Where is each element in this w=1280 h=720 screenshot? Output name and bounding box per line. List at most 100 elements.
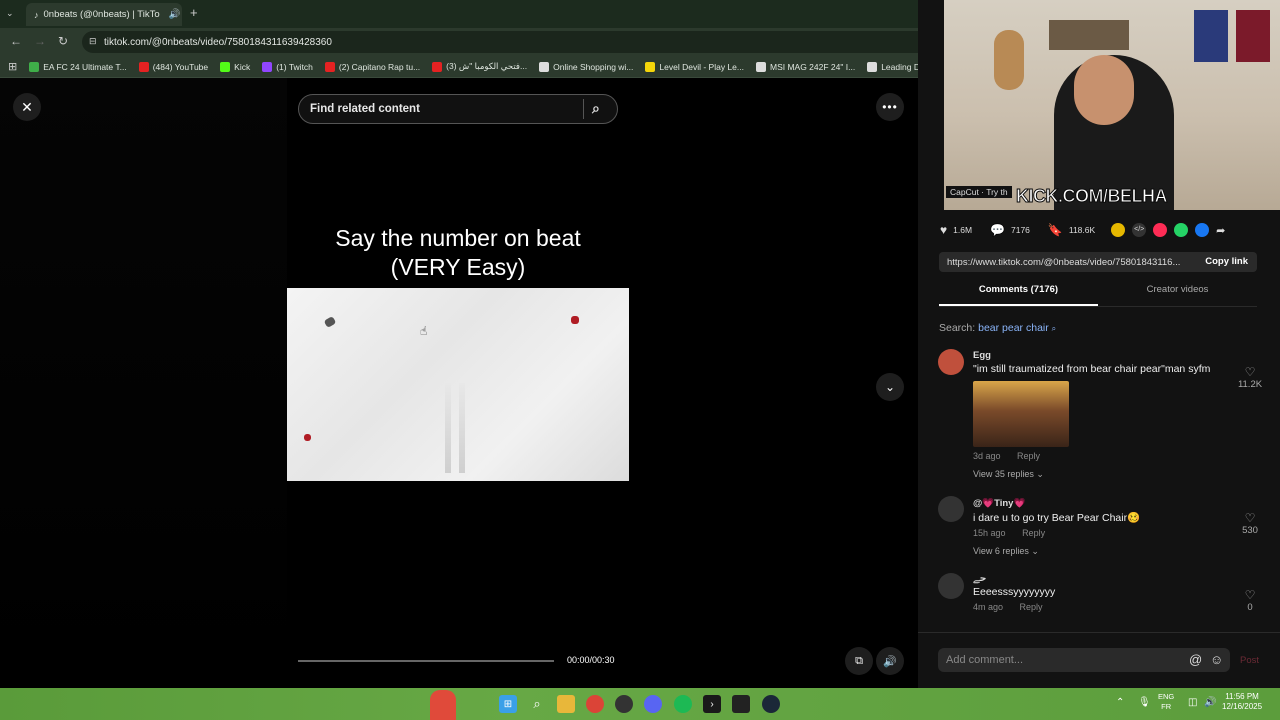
comment-gif[interactable]	[973, 381, 1069, 447]
reply-button[interactable]: Reply	[1017, 451, 1040, 461]
bookmark-favicon-icon	[867, 61, 878, 72]
bookmark-item[interactable]: MSI MAG 242F 24" I...	[755, 61, 855, 72]
browser-tab[interactable]: ♪ 0nbeats (@0nbeats) | TikTo 🔊 ✕	[26, 3, 182, 26]
coin-icon[interactable]	[1111, 223, 1126, 237]
bookmark-favicon-icon	[324, 61, 335, 72]
comment-item: Egg "im still traumatized from bear chai…	[973, 350, 1233, 480]
progress-bar[interactable]	[298, 660, 554, 662]
facebook-icon[interactable]	[1195, 223, 1210, 237]
bookmark-label: EA FC 24 Ultimate T...	[43, 61, 127, 72]
comment-username[interactable]: @💗Tiny💗	[973, 498, 1233, 509]
fly-sprite	[323, 316, 337, 328]
bookmark-item[interactable]: (3) فتحي الكومبا "ش...	[432, 61, 527, 72]
bookmark-item[interactable]: (2) Capitano Rap tu...	[324, 61, 420, 72]
mouse-cursor-icon: ☝	[420, 324, 428, 338]
comment-text: Eeeesssyyyyyyyy	[973, 586, 1056, 598]
heart-outline-icon[interactable]: ♡	[1236, 511, 1264, 525]
search-taskbar-icon[interactable]: ⌕	[528, 695, 546, 713]
tray-chevron-icon[interactable]: ⌃	[1116, 697, 1124, 708]
blurred-background	[0, 78, 287, 688]
bookmark-favicon-icon	[645, 61, 656, 72]
emoji-icon[interactable]: ☺	[1210, 652, 1223, 667]
search-input[interactable]: Find related content ⌕	[298, 94, 618, 124]
heart-icon[interactable]: ♥	[940, 223, 947, 237]
comment-meta: 3d ago Reply	[973, 451, 1233, 461]
app-icon[interactable]	[615, 695, 633, 713]
tab-creator-videos[interactable]: Creator videos	[1098, 284, 1257, 295]
bookmark-item[interactable]: Level Devil - Play Le...	[645, 61, 744, 72]
volume-tray-icon[interactable]: 🔊	[1204, 697, 1216, 708]
comment-item: @💗Tiny💗 i dare u to go try Bear Pear Cha…	[973, 498, 1233, 557]
composer-divider	[918, 632, 1280, 633]
search-suggestion[interactable]: Search: bear pear chair ⌕	[939, 322, 1056, 334]
view-replies-label: View 35 replies	[973, 469, 1034, 479]
heart-outline-icon[interactable]: ♡	[1236, 588, 1264, 602]
embed-icon[interactable]: </>	[1132, 223, 1147, 237]
comment-like[interactable]: ♡ 0	[1236, 588, 1264, 613]
microphone-icon[interactable]: 🎙	[1138, 697, 1151, 708]
wifi-icon[interactable]: ◫	[1188, 697, 1197, 708]
discord-icon[interactable]	[644, 695, 662, 713]
playback-time: 00:00/00:30	[567, 655, 615, 665]
epic-games-icon[interactable]	[732, 695, 750, 713]
back-icon[interactable]: ←	[10, 34, 22, 48]
apps-grid-icon[interactable]: ⊞	[8, 60, 17, 73]
avatar[interactable]	[938, 573, 964, 599]
terminal-icon[interactable]: ›	[703, 695, 721, 713]
share-icon[interactable]: ➦	[1216, 224, 1225, 237]
windows-start-icon[interactable]: ⊞	[499, 695, 517, 713]
bookmark-item[interactable]: (484) YouTube	[138, 61, 208, 72]
file-explorer-icon[interactable]	[557, 695, 575, 713]
view-replies-button[interactable]: View 6 replies ⌄	[973, 546, 1233, 557]
comment-input[interactable]: Add comment... @ ☺	[938, 648, 1230, 672]
mention-icon[interactable]: @	[1189, 652, 1202, 667]
avatar[interactable]	[938, 349, 964, 375]
bookmark-item[interactable]: Kick	[220, 61, 250, 72]
url-field[interactable]: ⊟ tiktok.com/@0nbeats/video/758018431163…	[82, 31, 940, 53]
comment-meta: 15h ago Reply	[973, 528, 1233, 538]
next-video-button[interactable]: ⌄	[876, 373, 904, 401]
copy-link-button[interactable]: Copy link	[1205, 256, 1248, 267]
url-text: tiktok.com/@0nbeats/video/75801843116394…	[104, 36, 332, 48]
heart-outline-icon[interactable]: ♡	[1236, 365, 1264, 379]
site-info-icon[interactable]: ⊟	[89, 36, 97, 47]
close-button[interactable]: ✕	[13, 93, 41, 121]
red-fly-sprite	[571, 316, 579, 324]
caption-line-1: Say the number on beat	[335, 225, 581, 251]
tab-comments[interactable]: Comments (7176)	[939, 284, 1098, 295]
comment-like[interactable]: ♡ 530	[1236, 511, 1264, 536]
reload-icon[interactable]: ↻	[58, 34, 68, 48]
chrome-icon[interactable]	[586, 695, 604, 713]
language-indicator[interactable]: ENG FR	[1158, 692, 1174, 712]
reply-button[interactable]: Reply	[1020, 602, 1043, 612]
caption-line-2: (VERY Easy)	[390, 254, 526, 280]
comment-username[interactable]: ﺣﮯ	[973, 573, 1233, 584]
post-button[interactable]: Post	[1240, 655, 1259, 666]
comment-icon[interactable]: 💬	[990, 223, 1005, 237]
comment-like[interactable]: ♡ 11.2K	[1236, 365, 1264, 390]
more-options-button[interactable]: •••	[876, 93, 904, 121]
system-clock[interactable]: 11:56 PM 12/16/2025	[1222, 692, 1262, 712]
forward-icon[interactable]: →	[34, 34, 46, 48]
tab-list-chevron-icon[interactable]: ⌄	[6, 8, 14, 19]
avatar[interactable]	[938, 496, 964, 522]
taskbar	[0, 688, 1280, 720]
send-icon[interactable]	[1153, 223, 1168, 237]
comment-age: 15h ago	[973, 528, 1006, 538]
reply-button[interactable]: Reply	[1022, 528, 1045, 538]
bookmark-item[interactable]: Online Shopping wi...	[539, 61, 633, 72]
search-icon[interactable]: ⌕	[592, 100, 600, 117]
bookmark-icon[interactable]: 🔖	[1048, 223, 1063, 237]
bookmark-item[interactable]: EA FC 24 Ultimate T...	[29, 61, 127, 72]
comment-username[interactable]: Egg	[973, 350, 1233, 361]
new-tab-button[interactable]: +	[190, 5, 198, 20]
volume-button[interactable]: 🔊	[876, 647, 904, 675]
person-face	[1074, 55, 1134, 125]
bookmark-label: Level Devil - Play Le...	[659, 61, 744, 72]
steam-icon[interactable]	[762, 695, 780, 713]
spotify-icon[interactable]	[674, 695, 692, 713]
view-replies-button[interactable]: View 35 replies ⌄	[973, 469, 1233, 480]
bookmark-item[interactable]: (1) Twitch	[262, 61, 313, 72]
pip-button[interactable]: ⧉	[845, 647, 873, 675]
whatsapp-icon[interactable]	[1174, 223, 1189, 237]
